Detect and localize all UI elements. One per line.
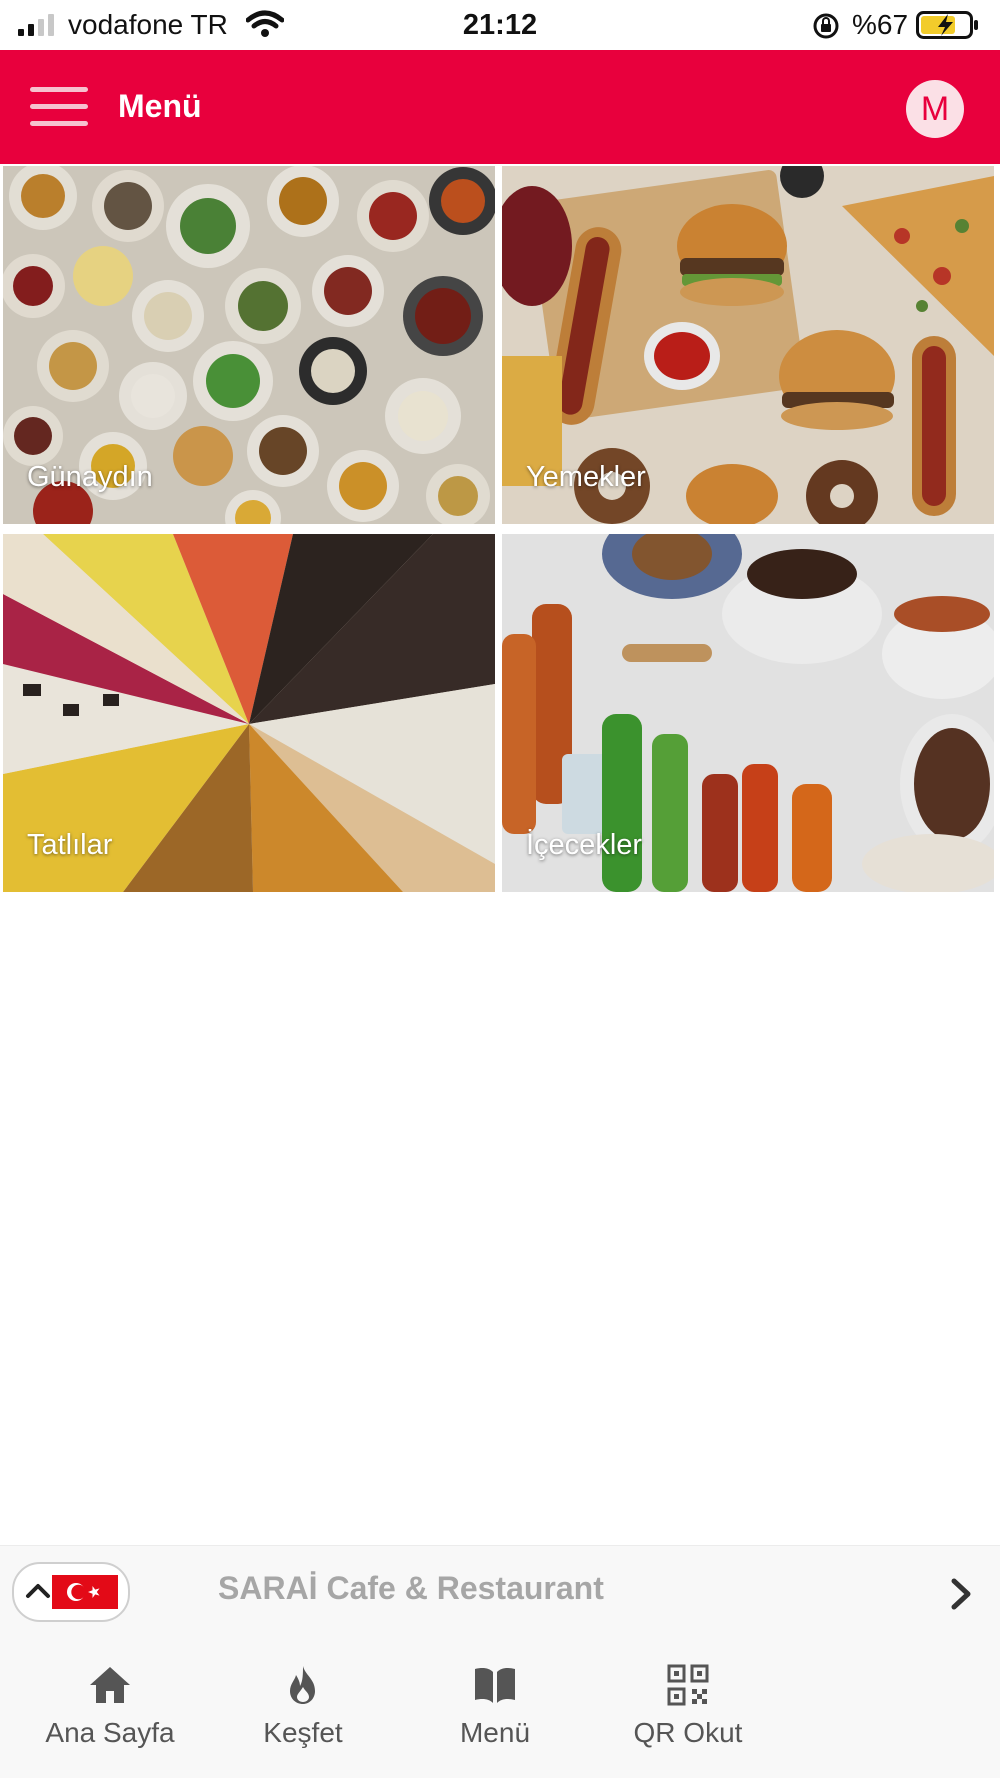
book-icon: [475, 1668, 515, 1703]
language-selector[interactable]: [12, 1562, 130, 1622]
hamburger-line: [30, 87, 88, 92]
category-grid: Günaydın Yemekler Tatlılar İçecekler: [0, 166, 1000, 896]
category-tile-meals[interactable]: Yemekler: [502, 166, 994, 524]
nav-item-explore[interactable]: Keşfet: [213, 1663, 393, 1763]
battery-percent: %67: [852, 9, 909, 40]
chevron-right-icon[interactable]: [946, 1576, 976, 1612]
hamburger-menu-button[interactable]: [30, 87, 90, 127]
bottom-navigation: Ana Sayfa Keşfet Menü QR Okut: [0, 1637, 1000, 1778]
clock-time: 21:12: [462, 9, 538, 41]
turkey-flag-icon: [52, 1575, 118, 1609]
nav-label: Ana Sayfa: [45, 1717, 175, 1748]
category-label: İçecekler: [526, 829, 643, 861]
rotation-lock-icon: [813, 13, 839, 39]
home-icon: [90, 1667, 130, 1703]
user-avatar[interactable]: M: [906, 80, 964, 138]
nav-item-home[interactable]: Ana Sayfa: [20, 1663, 200, 1763]
chevron-up-icon: [26, 1584, 50, 1598]
nav-item-qr-scan[interactable]: QR Okut: [598, 1663, 778, 1763]
category-label: Tatlılar: [27, 829, 113, 861]
page-title: Menü: [118, 88, 202, 124]
category-tile-breakfast[interactable]: Günaydın: [3, 166, 495, 524]
fire-icon: [290, 1666, 315, 1704]
hamburger-line: [30, 121, 88, 126]
nav-label: Menü: [459, 1717, 531, 1748]
hamburger-line: [30, 104, 88, 109]
category-tile-desserts[interactable]: Tatlılar: [3, 534, 495, 892]
nav-label: Keşfet: [263, 1717, 343, 1748]
restaurant-bar: SARAİ Cafe & Restaurant: [0, 1545, 1000, 1638]
status-bar: vodafone TR 21:12 %67: [0, 0, 1000, 50]
nav-item-menu[interactable]: Menü: [405, 1663, 585, 1763]
qr-code-icon: [667, 1664, 709, 1706]
nav-label: QR Okut: [633, 1717, 743, 1748]
battery-charging-icon: [916, 11, 978, 39]
category-tile-drinks[interactable]: İçecekler: [502, 534, 994, 892]
category-label: Yemekler: [526, 461, 646, 493]
category-label: Günaydın: [27, 461, 153, 493]
app-header: Menü M: [0, 50, 1000, 164]
restaurant-name: SARAİ Cafe & Restaurant: [218, 1570, 604, 1606]
